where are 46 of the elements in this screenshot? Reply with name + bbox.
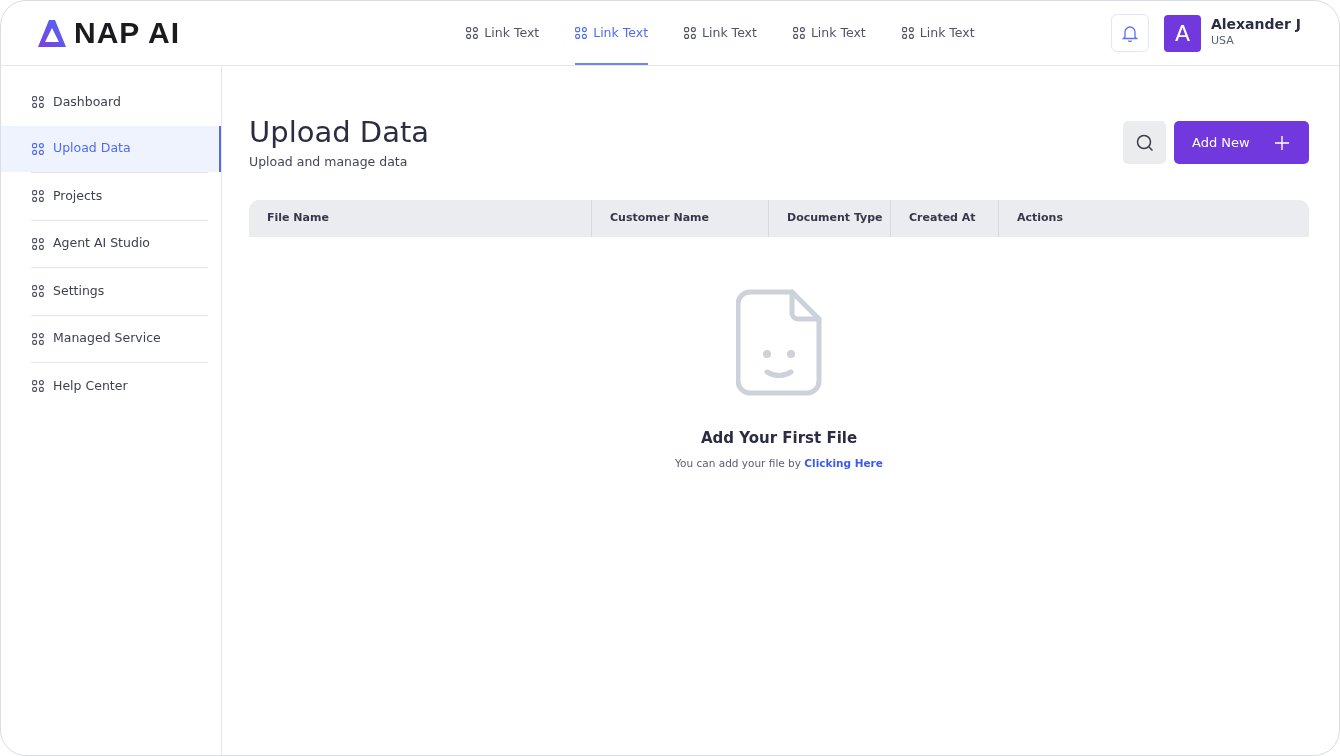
sidebar-item[interactable]: Upload Data (1, 125, 221, 172)
empty-state-title: Add Your First File (700, 428, 858, 450)
nav-link[interactable]: Link Text (575, 1, 649, 65)
grid-icon (32, 237, 44, 250)
grid-icon (32, 380, 44, 393)
nav-link[interactable]: Link Text (466, 1, 540, 65)
grid-icon (901, 27, 914, 39)
user-name: Alexander J (1210, 16, 1301, 34)
plus-icon (1275, 135, 1289, 150)
logo-triangle-icon (38, 19, 66, 47)
column-header: Customer Name (610, 210, 709, 227)
bell-icon (1121, 24, 1138, 42)
sidebar-item[interactable]: Managed Service (1, 315, 221, 362)
search-button[interactable] (1123, 121, 1166, 164)
grid-icon (466, 27, 479, 39)
sidebar-item[interactable]: Help Center (1, 363, 221, 410)
grid-icon (684, 27, 697, 39)
grid-icon (32, 332, 44, 345)
grid-icon (32, 285, 44, 298)
grid-icon (32, 190, 44, 203)
logo-text: NAP AI (74, 18, 181, 48)
sidebar-item[interactable]: Agent AI Studio (1, 220, 221, 267)
grid-icon (32, 96, 44, 109)
search-icon (1135, 133, 1154, 152)
grid-icon (792, 27, 805, 39)
page-title: Upload Data (249, 116, 430, 150)
column-header: File Name (267, 210, 329, 227)
nav-link[interactable]: Link Text (684, 1, 757, 65)
column-header: Document Type (787, 210, 883, 227)
page-subtitle: Upload and manage data (249, 153, 409, 172)
nav-link[interactable]: Link Text (792, 1, 866, 65)
clicking-here-link[interactable]: Clicking Here (804, 456, 883, 469)
add-new-button[interactable]: Add New (1174, 121, 1309, 164)
empty-state-text: You can add your file by Clicking Here (675, 455, 883, 471)
grid-icon (32, 142, 44, 155)
sidebar-item[interactable]: Settings (1, 268, 221, 315)
empty-file-icon (736, 289, 822, 398)
column-header: Created At (909, 210, 976, 227)
notification-button[interactable] (1110, 14, 1149, 52)
grid-icon (575, 27, 588, 39)
sidebar-item[interactable]: Projects (1, 173, 221, 220)
nav-link[interactable]: Link Text (901, 1, 975, 65)
user-avatar[interactable]: A (1163, 14, 1201, 52)
column-header: Actions (1017, 210, 1063, 227)
sidebar-item[interactable]: Dashboard (1, 79, 221, 126)
user-country: USA (1210, 33, 1235, 50)
